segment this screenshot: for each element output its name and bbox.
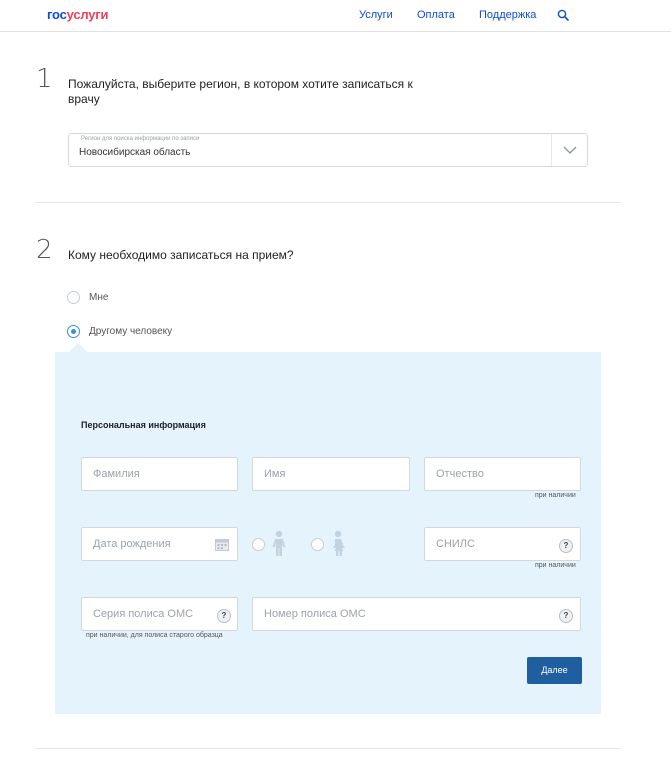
snils-field[interactable]: СНИЛС ? [424,527,581,561]
panel-title: Персональная информация [81,420,206,430]
chevron-down-icon[interactable] [551,134,587,166]
first-name-placeholder: Имя [264,468,286,480]
radio-button[interactable] [67,291,80,304]
radio-button-selected[interactable] [67,325,80,338]
panel-pointer [69,343,87,352]
help-icon[interactable]: ? [217,609,231,623]
first-name-field[interactable]: Имя [252,457,410,491]
logo-part-uslugi: услуги [66,7,109,22]
step-number-1: 1 [36,64,53,94]
oms-series-hint: при наличии, для полиса старого образца [86,632,223,639]
nav-link-support[interactable]: Поддержка [479,9,536,21]
nav-link-payment[interactable]: Оплата [417,9,455,21]
oms-number-placeholder: Номер полиса ОМС [264,608,366,620]
radio-label-other-person: Другому человеку [89,326,173,337]
radio-button[interactable] [252,538,265,551]
radio-button[interactable] [311,538,324,551]
search-icon[interactable] [557,9,569,21]
region-select[interactable]: Регион для поиска информации по записи Н… [68,133,588,167]
snils-placeholder: СНИЛС [436,538,475,550]
help-icon[interactable]: ? [559,609,573,623]
middle-name-placeholder: Отчество [436,468,484,480]
radio-label-me: Мне [89,292,109,303]
last-name-field[interactable]: Фамилия [81,457,238,491]
calendar-icon[interactable] [215,538,229,551]
step-1-title: Пожалуйста, выберите регион, в котором х… [68,77,413,106]
last-name-placeholder: Фамилия [93,468,140,480]
next-button[interactable]: Далее [527,657,582,684]
gosuslugi-logo[interactable]: госуслуги [47,7,109,22]
birth-date-field[interactable]: Дата рождения [81,527,238,561]
snils-hint: при наличии [535,562,576,569]
nav-link-services[interactable]: Услуги [359,9,393,21]
middle-name-field[interactable]: Отчество [424,457,581,491]
step-number-2: 2 [36,235,53,265]
top-header: госуслуги Услуги Оплата Поддержка [0,0,671,32]
oms-number-field[interactable]: Номер полиса ОМС ? [252,597,581,631]
section-divider-bottom [35,748,621,749]
logo-part-gos: гос [47,7,67,22]
female-figure-icon [333,530,345,556]
section-divider [35,202,621,203]
oms-series-field[interactable]: Серия полиса ОМС ? [81,597,238,631]
step-2-title: Кому необходимо записаться на прием? [68,248,294,262]
oms-series-placeholder: Серия полиса ОМС [93,608,194,620]
gender-option-female[interactable] [311,530,351,558]
male-figure-icon [272,530,286,556]
region-select-value: Новосибирская область [79,147,191,158]
gender-option-male[interactable] [252,530,292,558]
birth-date-placeholder: Дата рождения [93,538,171,550]
region-select-caption: Регион для поиска информации по записи [81,136,200,142]
help-icon[interactable]: ? [559,539,573,553]
middle-name-hint: при наличии [535,492,576,499]
